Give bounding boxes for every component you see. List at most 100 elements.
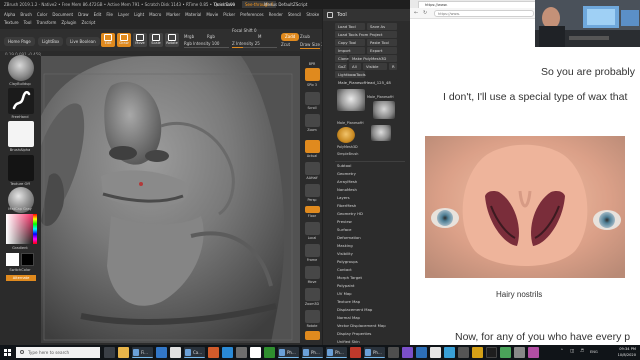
- menu-zscript[interactable]: Zscript: [81, 20, 95, 25]
- windows-start-icon[interactable]: [4, 349, 11, 356]
- menu-layer[interactable]: Layer: [118, 12, 129, 17]
- paste-tool-button[interactable]: Paste Tool: [367, 39, 397, 46]
- menu-draw[interactable]: Draw: [78, 12, 88, 17]
- tool-thumb-3[interactable]: [371, 125, 391, 141]
- menu-render[interactable]: Render: [269, 12, 283, 17]
- subpalette-deformation[interactable]: Deformation: [337, 234, 407, 242]
- focal-shift-slider[interactable]: Focal Shift 0: [232, 28, 277, 34]
- app-icon-white[interactable]: [250, 347, 261, 358]
- persp-button[interactable]: [305, 184, 320, 197]
- clone-button[interactable]: Clone: [335, 55, 349, 62]
- subpalette-geometry[interactable]: Geometry: [337, 170, 407, 178]
- app-icon-silver[interactable]: [514, 347, 525, 358]
- tool-thumb-2[interactable]: [373, 101, 395, 119]
- menu-zplugin[interactable]: Zplugin: [61, 20, 76, 25]
- z-intensity-slider[interactable]: Z Intensity 25: [232, 41, 277, 48]
- move-view-button[interactable]: [305, 266, 320, 279]
- back-arrow-icon[interactable]: ←: [414, 10, 418, 16]
- taskbar-app-4[interactable]: Ph...: [302, 347, 323, 358]
- app-icon-green[interactable]: [264, 347, 275, 358]
- tool-palette-header[interactable]: Tool: [323, 9, 411, 21]
- menu-movie[interactable]: Movie: [206, 12, 218, 17]
- edit-button[interactable]: Edit: [101, 33, 115, 47]
- menu-document[interactable]: Document: [52, 12, 73, 17]
- app-icon-steel[interactable]: [458, 347, 469, 358]
- quicksave-button[interactable]: QuickSave: [214, 0, 235, 9]
- subpalette-nanomesh[interactable]: NanoMesh: [337, 186, 407, 194]
- subpalette-texture-map[interactable]: Texture Map: [337, 298, 407, 306]
- menu-transform[interactable]: Transform: [36, 20, 56, 25]
- menu-stencil[interactable]: Stencil: [288, 12, 302, 17]
- menus-toggle[interactable]: Menus DefaultZScript: [264, 0, 307, 9]
- subpalette-polypaint[interactable]: Polypaint: [337, 282, 407, 290]
- app-icon-blue[interactable]: [222, 347, 233, 358]
- menu-picker[interactable]: Picker: [223, 12, 235, 17]
- subpalette-morph-target[interactable]: Morph Target: [337, 274, 407, 282]
- alpha-tile[interactable]: [8, 121, 34, 147]
- zcut-toggle[interactable]: Zcut: [281, 42, 290, 48]
- menu-texture[interactable]: Texture: [4, 20, 19, 25]
- clock[interactable]: 09:34 PM 10/8/2020: [618, 346, 636, 358]
- lightbox-tools-button[interactable]: Lightbox▸Tools: [335, 71, 366, 78]
- document-canvas[interactable]: [41, 56, 300, 343]
- network-icon[interactable]: ◫: [570, 349, 574, 354]
- menu-tool[interactable]: Tool: [24, 20, 32, 25]
- language-indicator[interactable]: ENG: [590, 350, 598, 354]
- app-icon-navy[interactable]: [416, 347, 427, 358]
- mrgb-toggle[interactable]: Mrgb: [184, 34, 194, 40]
- draw-button[interactable]: Draw: [117, 33, 131, 47]
- freehand-stroke-tile[interactable]: [8, 88, 34, 114]
- taskbar-app-6[interactable]: Ph...: [364, 347, 385, 358]
- subpalette-preview[interactable]: Preview: [337, 218, 407, 226]
- color-picker[interactable]: [6, 214, 36, 244]
- hue-strip[interactable]: [33, 214, 37, 244]
- zoom-button[interactable]: [305, 114, 320, 127]
- menu-file[interactable]: File: [106, 12, 113, 17]
- file-explorer-icon[interactable]: [118, 347, 129, 358]
- menu-alpha[interactable]: Alpha: [4, 12, 15, 17]
- subpalette-display-properties[interactable]: Display Properties: [337, 330, 407, 338]
- menu-material[interactable]: Material: [185, 12, 201, 17]
- copy-tool-button[interactable]: Copy Tool: [335, 39, 365, 46]
- save-as-button[interactable]: Save As: [367, 23, 397, 30]
- volume-icon[interactable]: ♬: [580, 349, 584, 354]
- main-color-swatch[interactable]: [6, 253, 19, 266]
- task-view-icon[interactable]: [104, 347, 115, 358]
- app-icon-orange[interactable]: [208, 347, 219, 358]
- polyf-button[interactable]: [305, 331, 320, 340]
- goz-all-button[interactable]: All: [349, 63, 361, 70]
- rotate-button[interactable]: Rotate: [165, 33, 179, 47]
- rgb-toggle[interactable]: Rgb: [207, 34, 215, 40]
- app-icon-red[interactable]: [350, 347, 361, 358]
- app-icon-gold[interactable]: [472, 347, 483, 358]
- zsub-toggle[interactable]: Zsub: [300, 34, 310, 40]
- subpalette-normal-map[interactable]: Normal Map: [337, 314, 407, 322]
- frame-button[interactable]: [305, 244, 320, 257]
- goz-r-button[interactable]: R: [389, 63, 397, 70]
- browser-tab[interactable]: https://www.: [418, 1, 536, 8]
- menu-light[interactable]: Light: [134, 12, 144, 17]
- zoom3d-button[interactable]: [305, 288, 320, 301]
- subpalette-uv-map[interactable]: UV Map: [337, 290, 407, 298]
- app-icon-dark[interactable]: [388, 347, 399, 358]
- aahalf-button[interactable]: [305, 162, 320, 175]
- goz-visible-button[interactable]: Visible: [363, 63, 387, 70]
- rgb-intensity-slider[interactable]: Rgb Intensity 100: [184, 41, 229, 48]
- app-icon-purple[interactable]: [402, 347, 413, 358]
- subpalette-polygroups[interactable]: Polygroups: [337, 258, 407, 266]
- app-icon-grey[interactable]: [236, 347, 247, 358]
- goz-button[interactable]: GoZ: [335, 63, 347, 70]
- zadd-toggle[interactable]: Zadd: [281, 33, 300, 41]
- texture-tile[interactable]: [8, 155, 34, 181]
- reload-icon[interactable]: ↻: [423, 10, 427, 16]
- subpalette-contact[interactable]: Contact: [337, 266, 407, 274]
- menu-marker[interactable]: Marker: [166, 12, 180, 17]
- load-tool-button[interactable]: Load Tool: [335, 23, 365, 30]
- export-button[interactable]: Export: [367, 47, 397, 54]
- scale-button[interactable]: Scale: [149, 33, 163, 47]
- secondary-color-swatch[interactable]: [21, 253, 34, 266]
- menu-macro[interactable]: Macro: [149, 12, 161, 17]
- taskbar-app-5[interactable]: Ph...: [326, 347, 347, 358]
- m-toggle[interactable]: M: [258, 34, 261, 40]
- subpalette-layers[interactable]: Layers: [337, 194, 407, 202]
